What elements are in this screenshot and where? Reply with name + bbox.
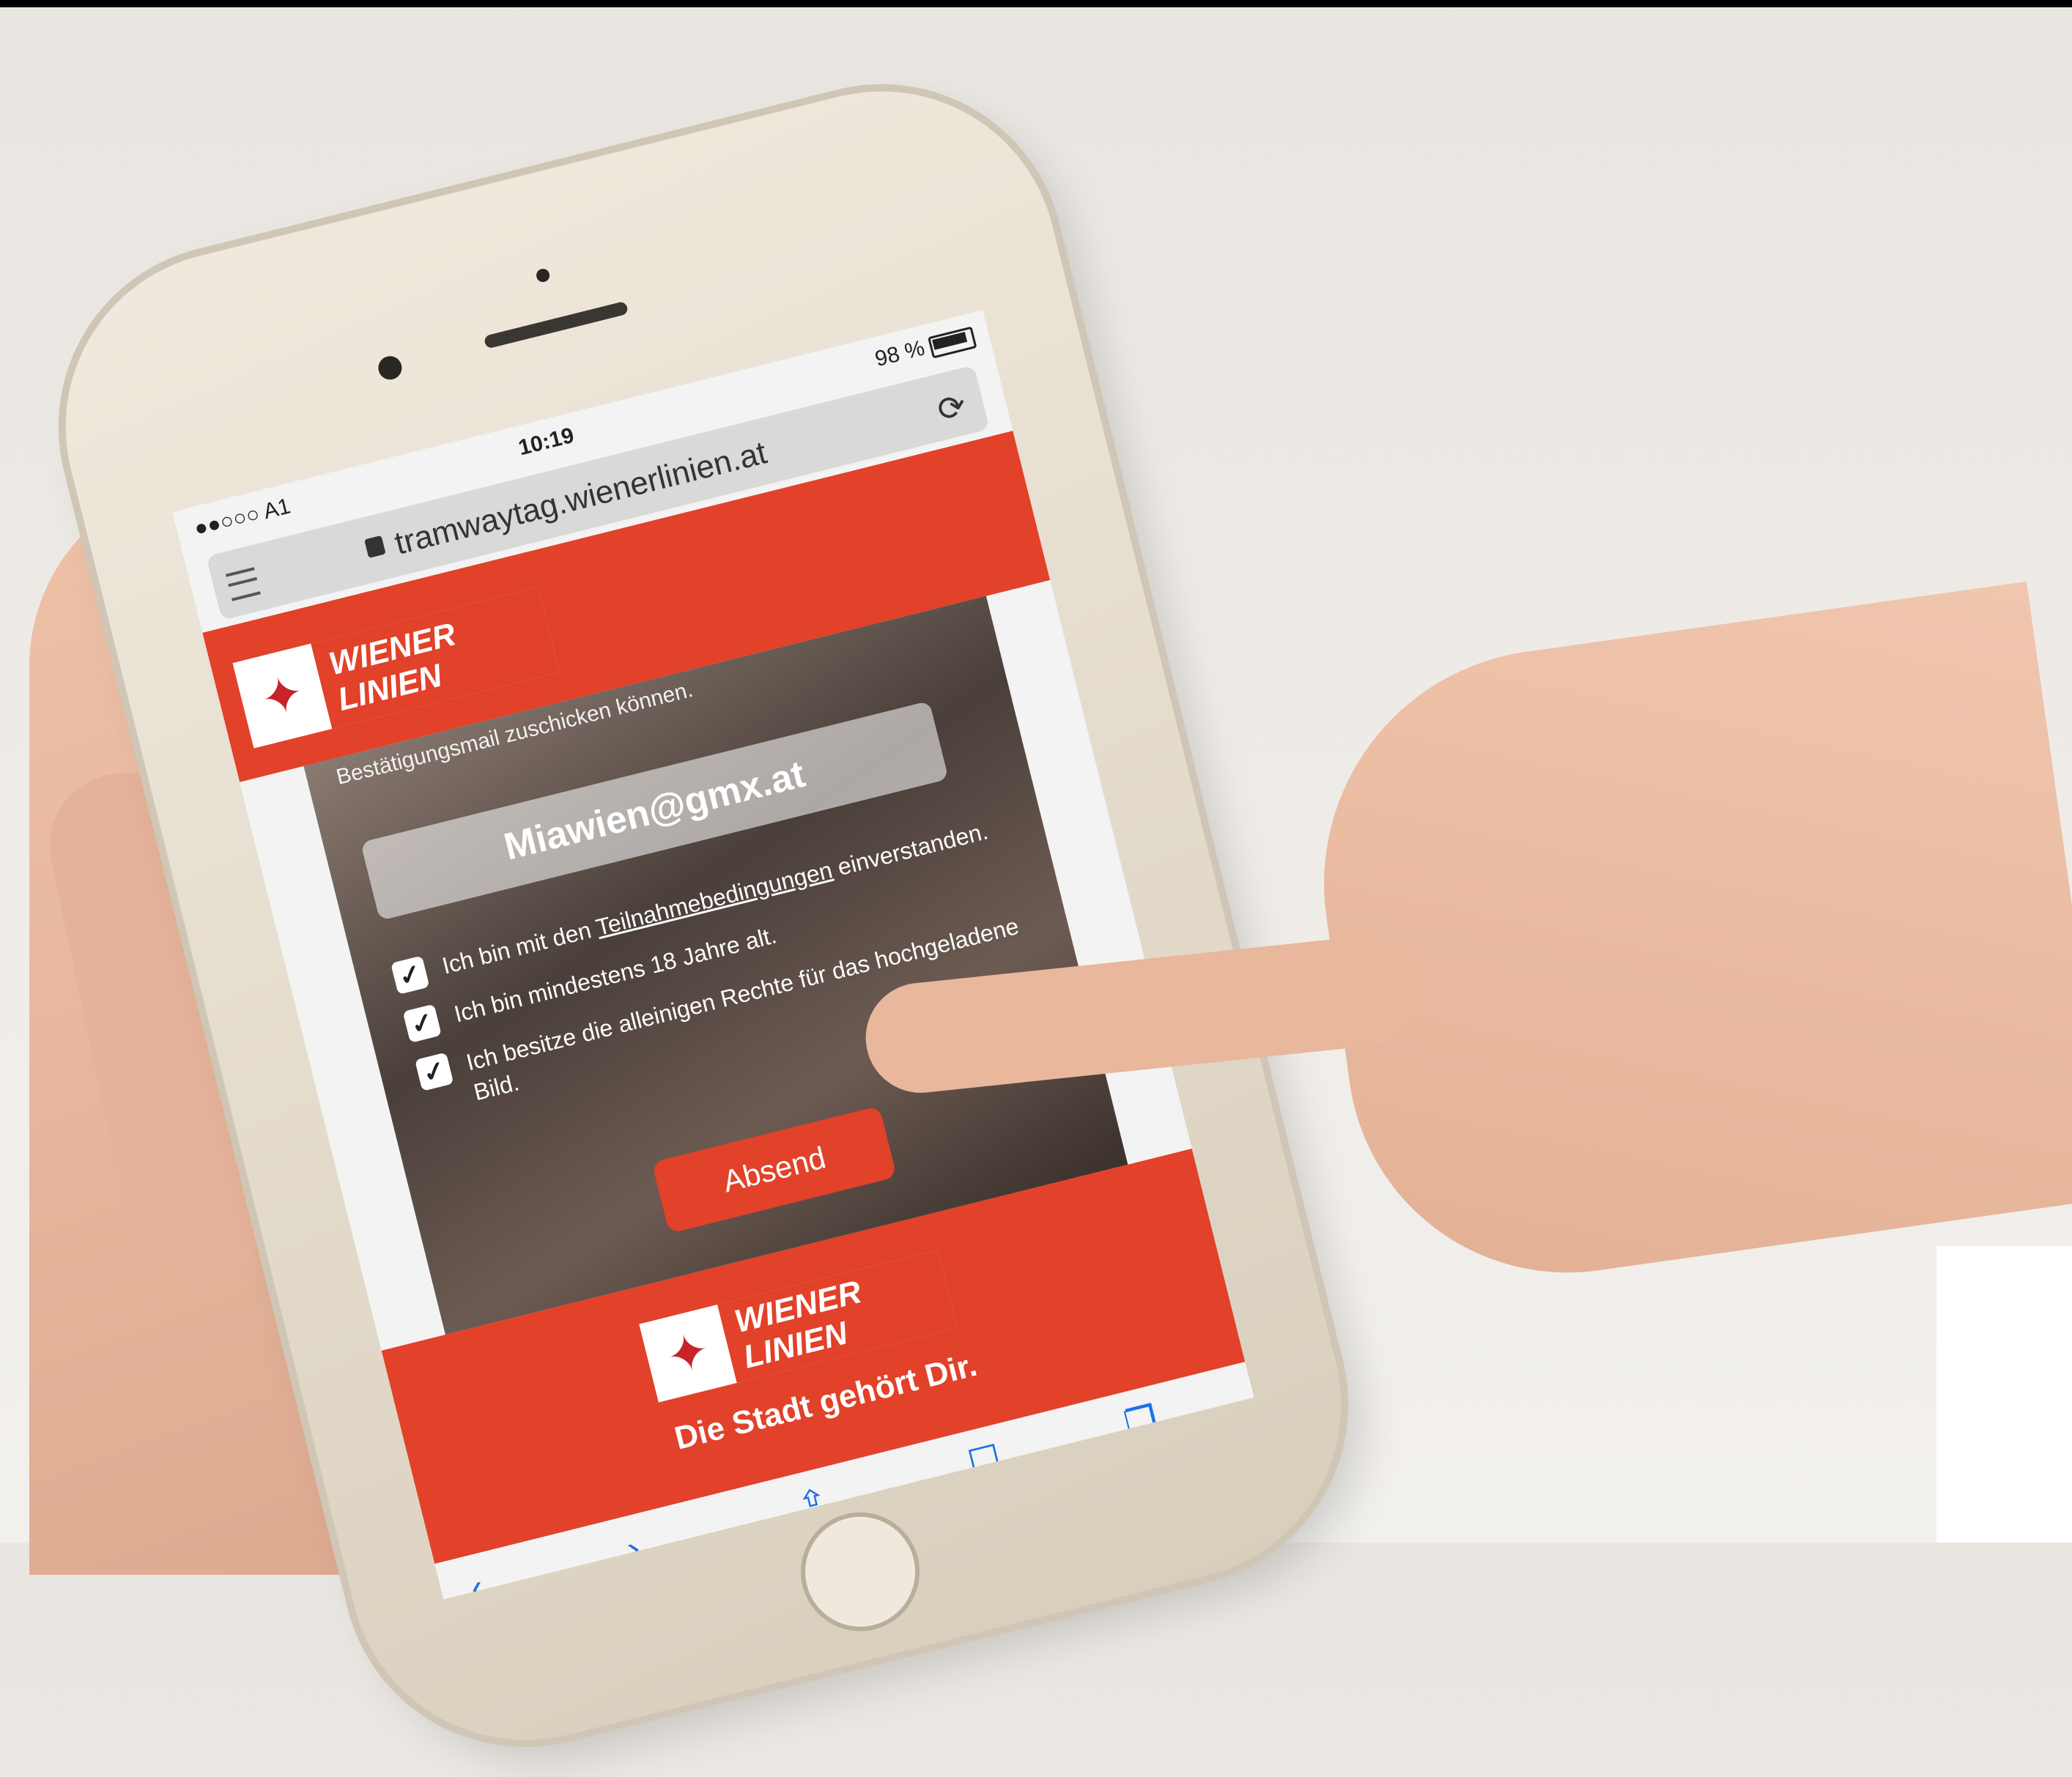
front-camera xyxy=(376,353,404,382)
checkbox-age[interactable]: ✓ xyxy=(402,1003,442,1043)
battery-percentage: 98 % xyxy=(873,335,928,372)
hamburger-icon[interactable] xyxy=(225,567,261,601)
earpiece-speaker xyxy=(483,300,629,349)
phone-screen: ●●○○○ A1 10:19 98 % tramwaytag.wienerlin… xyxy=(172,310,1254,1600)
right-hand xyxy=(1293,581,2072,1302)
carrier-signal: ●●○○○ A1 xyxy=(191,494,293,541)
battery-icon xyxy=(928,326,977,359)
share-icon[interactable]: ⇪ xyxy=(793,1479,833,1527)
reload-icon[interactable]: ⟳ xyxy=(933,385,970,431)
back-icon[interactable]: ‹ xyxy=(466,1565,488,1600)
top-black-strip xyxy=(0,0,2072,7)
corner-white-block xyxy=(1936,1246,2072,1543)
submit-button[interactable]: Absend xyxy=(651,1105,898,1234)
clock: 10:19 xyxy=(516,423,577,461)
tabs-icon[interactable]: ❐ xyxy=(1120,1397,1163,1446)
checkbox-terms[interactable]: ✓ xyxy=(391,955,430,995)
home-button[interactable] xyxy=(788,1499,933,1644)
bookmarks-icon[interactable]: ☐ xyxy=(963,1436,1006,1485)
proximity-sensor xyxy=(535,267,551,283)
lock-icon xyxy=(364,535,386,558)
checkbox-rights[interactable]: ✓ xyxy=(414,1052,454,1091)
forward-icon[interactable]: › xyxy=(622,1526,645,1570)
logo-text: WIENER LINIEN xyxy=(311,587,560,730)
